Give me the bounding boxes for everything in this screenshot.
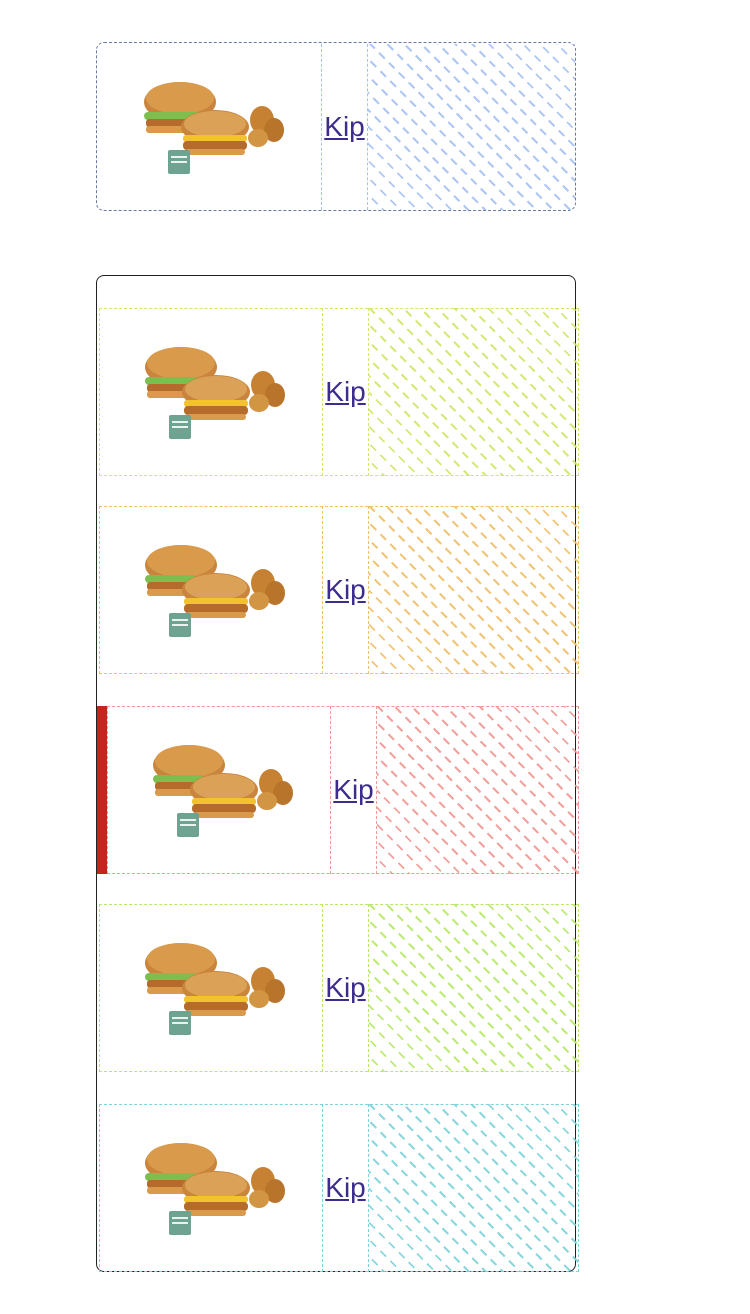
item-link-cell: Kip	[323, 1104, 369, 1272]
burger-meal-image	[144, 545, 285, 637]
kip-link[interactable]: Kip	[325, 972, 365, 1004]
item-link-cell: Kip	[331, 706, 377, 874]
kip-link[interactable]: Kip	[325, 574, 365, 606]
item-link-cell: Kip	[323, 506, 369, 674]
kip-link[interactable]: Kip	[325, 376, 365, 408]
item-hatch-placeholder	[369, 506, 579, 674]
kip-link[interactable]: Kip	[325, 1172, 365, 1204]
item-image-cell[interactable]	[107, 706, 331, 874]
list-item[interactable]: Kip	[99, 308, 579, 476]
burger-meal-image	[144, 1143, 285, 1235]
item-hatch-placeholder	[369, 308, 579, 476]
featured-hatch-placeholder	[368, 44, 575, 210]
item-link-cell: Kip	[323, 308, 369, 476]
list-item[interactable]: Kip	[99, 506, 579, 674]
featured-row[interactable]: Kip	[98, 44, 575, 210]
burger-meal-image	[144, 347, 285, 439]
burger-meal-image	[144, 943, 285, 1035]
item-image-cell[interactable]	[99, 904, 323, 1072]
burger-meal-image	[143, 82, 284, 174]
item-image-cell[interactable]	[99, 308, 323, 476]
item-hatch-placeholder	[369, 1104, 579, 1272]
featured-card: Kip	[96, 42, 576, 211]
featured-kip-link[interactable]: Kip	[324, 111, 364, 143]
list-item[interactable]: Kip	[99, 904, 579, 1072]
item-hatch-placeholder	[369, 904, 579, 1072]
burger-meal-image	[152, 745, 293, 837]
list-item[interactable]: Kip	[99, 1104, 579, 1272]
item-image-cell[interactable]	[99, 1104, 323, 1272]
item-link-cell: Kip	[323, 904, 369, 1072]
featured-image-cell[interactable]	[98, 44, 322, 210]
product-list-card: Kip Kip Kip Kip Kip	[96, 275, 579, 1272]
active-item-indicator	[97, 706, 107, 874]
kip-link[interactable]: Kip	[333, 774, 373, 806]
item-hatch-placeholder	[377, 706, 579, 874]
list-item-active[interactable]: Kip	[107, 706, 579, 874]
featured-link-cell: Kip	[322, 44, 368, 210]
item-image-cell[interactable]	[99, 506, 323, 674]
